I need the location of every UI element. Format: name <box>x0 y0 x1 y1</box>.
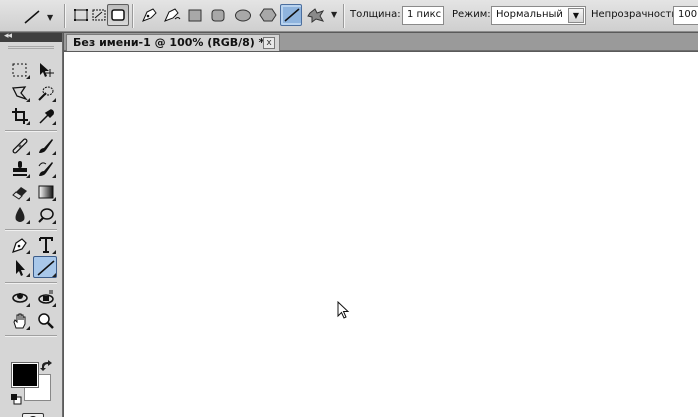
line-tool[interactable] <box>33 256 57 278</box>
rectangle-icon <box>188 9 202 22</box>
separator <box>132 4 134 28</box>
mode-label: Режим: <box>452 9 491 20</box>
freeform-pen-button[interactable] <box>160 4 182 26</box>
brush-tool[interactable] <box>33 134 57 156</box>
tool-divider <box>5 335 57 337</box>
quick-selection-tool[interactable] <box>33 81 57 103</box>
chevron-down-icon: ▼ <box>47 13 54 22</box>
quick-mask-button[interactable] <box>22 413 44 417</box>
3d-rotate-tool[interactable] <box>7 286 31 308</box>
ellipse-icon <box>235 9 251 22</box>
collapse-icon[interactable]: ◂◂ <box>4 31 12 41</box>
opacity-input[interactable]: 100 <box>673 6 698 25</box>
tools-panel: ◂◂ <box>0 31 63 417</box>
rectangular-marquee-tool[interactable] <box>7 58 31 80</box>
tool-preset-picker[interactable]: ▼ <box>18 5 58 27</box>
line-tool-button[interactable] <box>280 4 302 26</box>
history-brush-tool[interactable] <box>33 157 57 179</box>
mode-select[interactable]: Нормальный ▼ <box>491 6 586 25</box>
ellipse-tool-button[interactable] <box>231 4 253 26</box>
panel-grip[interactable] <box>8 46 54 49</box>
chevron-down-icon[interactable]: ▼ <box>331 10 337 19</box>
spot-healing-tool[interactable] <box>7 134 31 156</box>
rounded-rectangle-tool-button[interactable] <box>207 4 229 26</box>
separator <box>343 4 345 28</box>
pen-tool[interactable] <box>7 233 31 255</box>
foreground-color-swatch[interactable] <box>11 362 39 388</box>
chevron-down-icon: ▼ <box>568 8 584 23</box>
mode-select-value: Нормальный <box>496 9 563 20</box>
hand-tool[interactable] <box>7 309 31 331</box>
line-tool-icon <box>24 10 40 24</box>
tool-divider <box>5 282 57 284</box>
mouse-cursor-icon <box>337 301 350 319</box>
freeform-pen-icon <box>164 8 181 22</box>
move-icon <box>40 63 54 77</box>
document-canvas[interactable] <box>64 52 698 417</box>
fill-pixels-icon <box>111 9 125 21</box>
polygon-icon <box>259 8 277 22</box>
separator <box>64 4 66 28</box>
type-tool[interactable] <box>33 233 57 255</box>
pen-tool-icon <box>142 8 157 22</box>
3d-orbit-tool[interactable] <box>33 286 57 308</box>
line-tool-icon <box>283 7 301 23</box>
move-tool[interactable] <box>33 58 57 80</box>
options-bar: ▼ ▼ Толщина: 1 пикс Режим: Нормальный ▼ … <box>0 0 698 32</box>
document-tab-bar: Без имени-1 @ 100% (RGB/8) * x <box>64 33 698 51</box>
panel-header[interactable]: ◂◂ <box>0 31 62 42</box>
clone-stamp-tool[interactable] <box>7 157 31 179</box>
weight-label: Толщина: <box>350 9 401 20</box>
close-icon[interactable]: x <box>263 37 275 49</box>
tool-divider <box>5 229 57 231</box>
zoom-tool[interactable] <box>33 309 57 331</box>
custom-shape-icon <box>307 8 325 23</box>
paths-icon <box>92 9 106 21</box>
custom-shape-tool-button[interactable] <box>304 4 326 26</box>
eraser-tool[interactable] <box>7 180 31 202</box>
fill-pixels-button[interactable] <box>107 4 129 26</box>
rounded-rectangle-icon <box>211 9 225 22</box>
swap-colors-icon[interactable] <box>40 360 54 372</box>
path-selection-tool[interactable] <box>7 256 31 278</box>
pen-tool-button[interactable] <box>138 4 160 26</box>
zoom-icon <box>38 313 54 329</box>
rectangle-tool-button[interactable] <box>184 4 206 26</box>
default-colors-icon[interactable] <box>10 393 22 405</box>
tool-divider <box>5 130 57 132</box>
document-tab[interactable]: Без имени-1 @ 100% (RGB/8) * x <box>66 34 280 51</box>
dodge-tool[interactable] <box>33 203 57 225</box>
blur-tool[interactable] <box>7 203 31 225</box>
gradient-tool[interactable] <box>33 180 57 202</box>
opacity-label: Непрозрачность <box>591 9 678 20</box>
crop-tool[interactable] <box>7 104 31 126</box>
document-tab-title: Без имени-1 @ 100% (RGB/8) * <box>73 36 265 49</box>
polygon-tool-button[interactable] <box>256 4 278 26</box>
weight-input[interactable]: 1 пикс <box>402 6 444 25</box>
lasso-tool[interactable] <box>7 81 31 103</box>
shape-layers-icon <box>74 9 88 21</box>
eyedropper-tool[interactable] <box>33 104 57 126</box>
